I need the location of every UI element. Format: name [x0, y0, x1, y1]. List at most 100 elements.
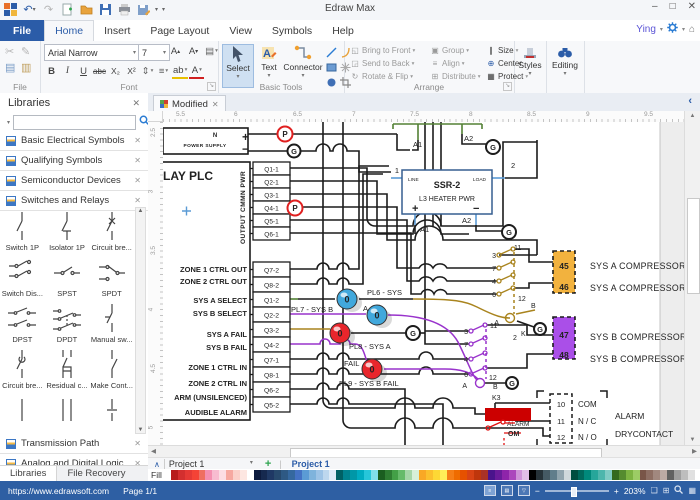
palette-swatch[interactable] — [364, 470, 371, 480]
vertical-scroll-thumb[interactable] — [687, 198, 700, 294]
font-color-button[interactable]: A▾ — [189, 63, 204, 79]
palette-swatch[interactable] — [536, 470, 543, 480]
symbol-partial[interactable] — [0, 391, 45, 434]
palette-swatch[interactable] — [674, 470, 681, 480]
symbol-manual-sw[interactable]: Manual sw... — [89, 299, 134, 345]
palette-swatch[interactable] — [357, 470, 364, 480]
palette-swatch[interactable] — [185, 470, 192, 480]
rectangle-tool-icon[interactable] — [324, 60, 338, 75]
user-name[interactable]: Ying — [636, 24, 656, 35]
page-tab[interactable]: Project 1 ▾ — [164, 459, 257, 469]
power-supply-box[interactable]: N POWER SUPPLY + − — [163, 128, 249, 156]
normal-view-icon[interactable]: ≡ — [484, 485, 496, 496]
palette-swatch[interactable] — [640, 470, 647, 480]
line-spacing-button[interactable]: ⇕▾ — [140, 64, 155, 78]
palette-swatch[interactable] — [371, 470, 378, 480]
symbol-circuit-bre[interactable]: Circuit bre... — [89, 207, 134, 253]
palette-swatch[interactable] — [419, 470, 426, 480]
symbol-circuit-bre[interactable]: Circuit bre... — [0, 345, 45, 391]
palette-swatch[interactable] — [653, 470, 660, 480]
palette-swatch[interactable] — [412, 470, 419, 480]
palette-swatch[interactable] — [598, 470, 605, 480]
palette-swatch[interactable] — [267, 470, 274, 480]
grid-icon[interactable]: ▦ — [688, 486, 696, 495]
text-tool-button[interactable]: A Text▾ — [256, 44, 282, 86]
sidebar-tab-libraries[interactable]: Libraries — [0, 466, 57, 481]
palette-swatch[interactable] — [447, 470, 454, 480]
palette-swatch[interactable] — [343, 470, 350, 480]
symbol-spst[interactable]: SPST — [45, 253, 90, 299]
page-tab-caret[interactable]: ▾ — [250, 459, 253, 469]
scroll-right-arrow-icon[interactable]: ▶ — [692, 447, 697, 455]
paste-icon[interactable]: ▤ — [5, 61, 15, 74]
line-tool-icon[interactable] — [324, 45, 338, 60]
fit-width-icon[interactable]: ⊞ — [663, 486, 670, 495]
symbol-scrollbar[interactable]: ▲ ▼ — [135, 207, 146, 434]
font-name-select[interactable]: Arial Narrow▾ — [44, 44, 140, 61]
palette-swatch[interactable] — [633, 470, 640, 480]
palette-swatch[interactable] — [681, 470, 688, 480]
palette-swatch[interactable] — [619, 470, 626, 480]
highlight-color-button[interactable]: ab▾ — [172, 63, 188, 79]
palette-swatch[interactable] — [646, 470, 653, 480]
palette-swatch[interactable] — [302, 470, 309, 480]
scroll-left-arrow-icon[interactable]: ◀ — [151, 447, 156, 455]
zoom-slider-thumb[interactable] — [571, 487, 577, 497]
bullets-button[interactable]: ≡▾ — [156, 64, 171, 78]
palette-swatch[interactable] — [550, 470, 557, 480]
palette-swatch[interactable] — [688, 470, 695, 480]
palette-swatch[interactable] — [509, 470, 516, 480]
collapse-pages-icon[interactable]: ∧ — [154, 460, 160, 469]
home-icon[interactable]: ⌂ — [689, 24, 695, 35]
palette-swatch[interactable] — [316, 470, 323, 480]
ribbon-tab-symbols[interactable]: Symbols — [262, 20, 322, 41]
palette-swatch[interactable] — [564, 470, 571, 480]
palette-swatch[interactable] — [226, 470, 233, 480]
italic-button[interactable]: I — [60, 64, 75, 78]
symbol-make-cont[interactable]: Make Cont... — [89, 345, 134, 391]
palette-swatch[interactable] — [488, 470, 495, 480]
palette-swatch[interactable] — [385, 470, 392, 480]
palette-swatch[interactable] — [612, 470, 619, 480]
load-box-sys-a[interactable]: 45 46 — [553, 251, 575, 293]
palette-swatch[interactable] — [605, 470, 612, 480]
symbol-dpst[interactable]: DPST — [0, 299, 45, 345]
library-item-qualifying-symbols[interactable]: Qualifying Symbols✕ — [0, 151, 148, 171]
subscript-button[interactable]: X₂ — [108, 64, 123, 78]
palette-swatch[interactable] — [378, 470, 385, 480]
gear-caret-icon[interactable]: ▾ — [682, 26, 685, 33]
user-caret-icon[interactable]: ▾ — [660, 26, 663, 33]
symbol-switch-dis[interactable]: Switch Dis... — [0, 253, 45, 299]
selector-switch-a[interactable] — [497, 247, 515, 323]
symbol-switch-1p[interactable]: Switch 1P — [0, 207, 45, 253]
connector-tool-button[interactable]: Connector▾ — [284, 44, 322, 86]
symbol-dpdt[interactable]: DPDT — [45, 299, 90, 345]
dry-contact-terminal[interactable]: 10 11 12 COM N / C N / O ALARM DRYCONTAC… — [537, 391, 673, 445]
fit-page-icon[interactable]: ❑ — [651, 486, 658, 495]
palette-swatch[interactable] — [212, 470, 219, 480]
palette-swatch[interactable] — [261, 470, 268, 480]
palette-swatch[interactable] — [288, 470, 295, 480]
library-menu-caret[interactable]: ▾ — [7, 119, 10, 126]
palette-swatch[interactable] — [626, 470, 633, 480]
palette-swatch[interactable] — [392, 470, 399, 480]
collapse-right-panel-icon[interactable]: ‹ — [688, 95, 692, 107]
vertical-ruler[interactable]: 2.533.544.55 — [148, 122, 164, 445]
cut-icon[interactable]: ✂ — [5, 45, 14, 58]
palette-swatch[interactable] — [557, 470, 564, 480]
arrange-align-button[interactable]: ≡Align▾ — [430, 59, 465, 68]
ribbon-tab-view[interactable]: View — [219, 20, 262, 41]
palette-swatch[interactable] — [247, 470, 254, 480]
wires-black[interactable] — [248, 122, 553, 445]
library-close-icon[interactable]: ✕ — [134, 439, 141, 448]
status-url[interactable]: https://www.edrawsoft.com — [8, 486, 109, 496]
palette-swatch[interactable] — [398, 470, 405, 480]
active-page-link[interactable]: Project 1 — [292, 459, 330, 469]
palette-swatch[interactable] — [199, 470, 206, 480]
palette-swatch[interactable] — [240, 470, 247, 480]
align-text-button[interactable]: ▤▾ — [204, 44, 219, 58]
zoom-in-button[interactable]: + — [614, 486, 619, 496]
palette-swatch[interactable] — [254, 470, 261, 480]
arrange-rotate-flip-button[interactable]: ↻Rotate & Flip▾ — [350, 72, 413, 81]
palette-swatch[interactable] — [233, 470, 240, 480]
